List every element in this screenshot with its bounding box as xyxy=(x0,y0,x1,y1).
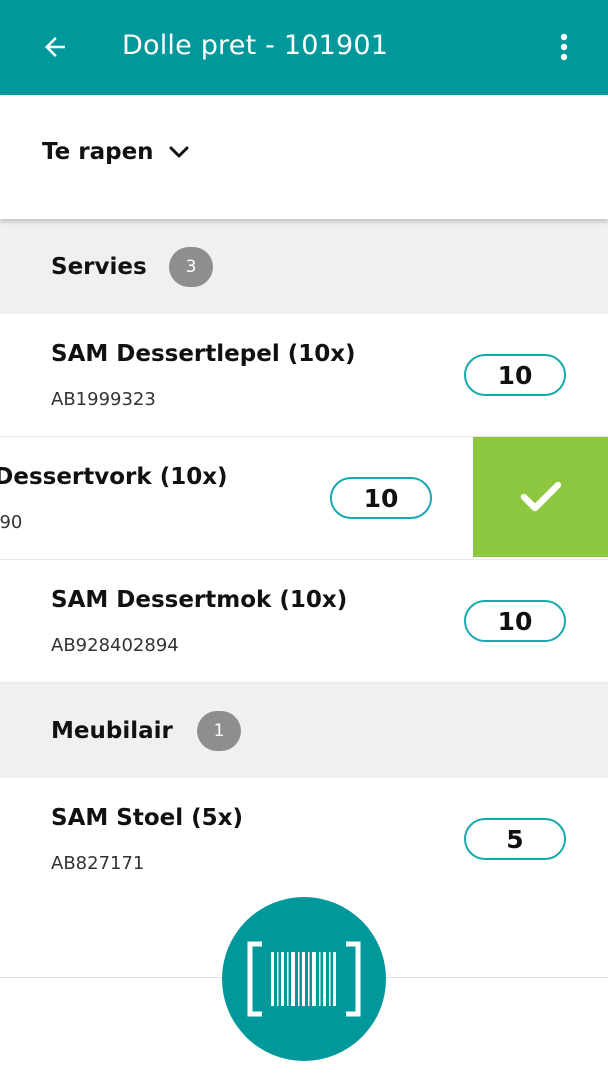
filter-dropdown[interactable]: Te rapen xyxy=(42,139,190,165)
quantity-field[interactable]: 10 xyxy=(464,354,566,396)
confirm-picked-button[interactable] xyxy=(473,437,608,557)
app-bar: Dolle pret - 101901 xyxy=(0,0,608,95)
item-code: AB192390 xyxy=(0,512,23,533)
back-button[interactable] xyxy=(30,22,80,72)
filter-label: Te rapen xyxy=(42,139,154,165)
quantity-field[interactable]: 5 xyxy=(464,818,566,860)
arrow-left-icon xyxy=(45,37,65,57)
count-badge: 3 xyxy=(169,246,213,287)
page-title: Dolle pret - 101901 xyxy=(122,30,389,61)
count-badge: 1 xyxy=(197,710,241,751)
section-header-meubilair: Meubilair 1 xyxy=(0,683,608,778)
quantity-field[interactable]: 10 xyxy=(464,600,566,642)
scan-barcode-button[interactable] xyxy=(222,897,386,1061)
item-code: AB827171 xyxy=(51,853,145,874)
item-name: SAM Stoel (5x) xyxy=(51,805,243,831)
filter-bar: Te rapen xyxy=(0,95,608,219)
list-item[interactable]: SAM Stoel (5x) AB827171 5 xyxy=(0,778,608,900)
section-title: Meubilair xyxy=(51,717,173,744)
quantity-field[interactable]: 10 xyxy=(330,477,432,519)
item-code: AB1999323 xyxy=(51,389,156,410)
item-name: SAM Dessertvork (10x) xyxy=(0,464,228,490)
list-item[interactable]: SAM Dessertvork (10x) AB192390 10 xyxy=(0,437,608,560)
section-header-servies: Servies 3 xyxy=(0,219,608,314)
more-options-button[interactable] xyxy=(546,22,582,72)
check-icon xyxy=(520,481,561,512)
list-item[interactable]: SAM Dessertlepel (10x) AB1999323 10 xyxy=(0,314,608,437)
list-item[interactable]: SAM Dessertmok (10x) AB928402894 10 xyxy=(0,560,608,683)
more-vert-icon xyxy=(560,33,568,61)
chevron-down-icon xyxy=(169,146,189,158)
item-name: SAM Dessertmok (10x) xyxy=(51,587,348,613)
item-name: SAM Dessertlepel (10x) xyxy=(51,341,356,367)
barcode-scan-icon xyxy=(247,941,361,1017)
section-title: Servies xyxy=(51,253,147,280)
item-code: AB928402894 xyxy=(51,635,179,656)
